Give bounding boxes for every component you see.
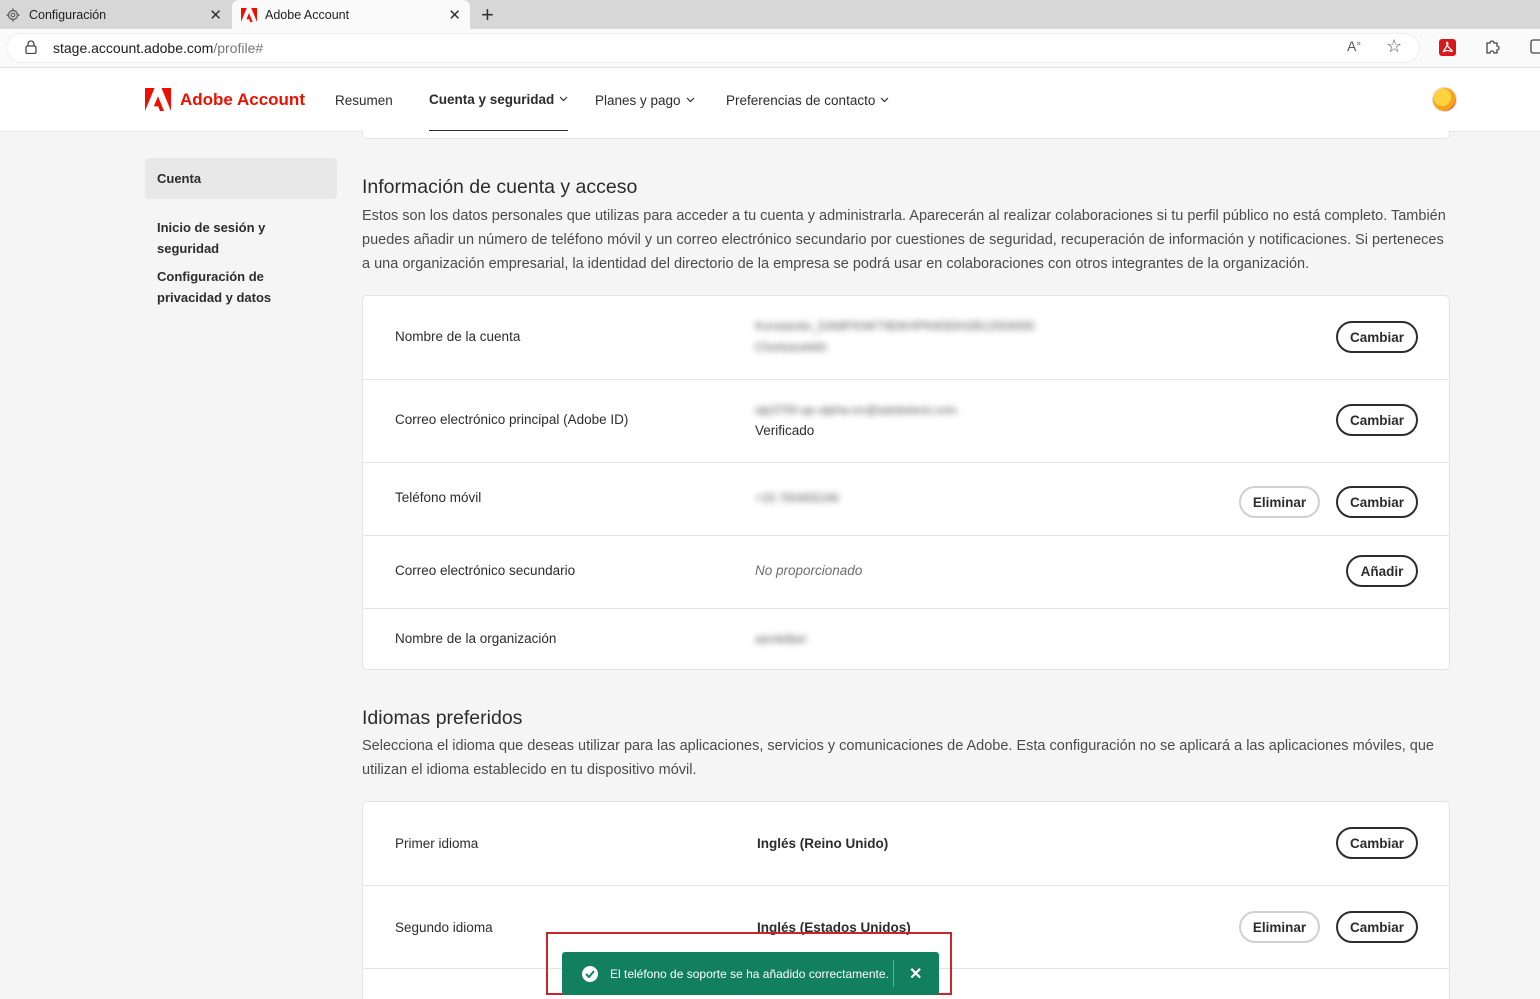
success-toast: El teléfono de soporte se ha añadido cor… [562,952,939,995]
tab-configuracion[interactable]: Configuración ✕ [0,0,231,29]
first-language-value: Inglés (Reino Unido) [757,836,889,851]
row-primary-email: Correo electrónico principal (Adobe ID) … [363,379,1449,462]
nav-cuenta-y-seguridad[interactable]: Cuenta y seguridad [429,68,569,132]
chevron-down-icon [686,95,695,106]
sidebar-item-cuenta[interactable]: Cuenta [145,158,337,199]
chevron-down-icon [880,95,889,106]
row-first-language: Primer idioma Inglés (Reino Unido) Cambi… [363,802,1449,885]
close-tab-icon[interactable]: ✕ [209,6,222,24]
gear-icon [5,7,21,23]
tab-adobe-account[interactable]: Adobe Account ✕ [232,0,470,29]
section-description-account: Estos son los datos personales que utili… [362,208,1446,272]
extensions-puzzle-icon[interactable] [1484,38,1501,60]
change-second-language-button[interactable]: Cambiar [1336,911,1418,943]
url-path: /profile# [213,40,264,56]
row-organization-name: Nombre de la organización aemkilbel [363,608,1449,669]
email-verified-status: Verificado [755,423,815,438]
remove-mobile-phone-button[interactable]: Eliminar [1239,486,1320,518]
section-title-languages: Idiomas preferidos [362,707,523,729]
top-navigation: Adobe Account Resumen Cuenta y seguridad… [0,68,1540,132]
row-label: Teléfono móvil [395,490,482,505]
row-account-name: Nombre de la cuenta Konstantin_DAMFKNKT9… [363,296,1449,379]
adobe-logo-icon [241,7,257,23]
sidebar-item-label: Cuenta [157,171,202,186]
row-mobile-phone: Teléfono móvil +33 783455246 Eliminar Ca… [363,462,1449,535]
sidebar-item-privacidad[interactable]: Configuración de privacidad y datos [145,266,335,308]
row-label: Primer idioma [395,836,479,851]
nav-label: Preferencias de contacto [726,92,876,108]
secondary-email-value: No proporcionado [755,563,863,578]
section-description-languages: Selecciona el idioma que deseas utilizar… [362,738,1434,778]
read-aloud-icon[interactable]: A» [1347,38,1361,54]
tab-title: Adobe Account [265,7,350,22]
row-secondary-email: Correo electrónico secundario No proporc… [363,535,1449,608]
remove-second-language-button[interactable]: Eliminar [1239,911,1320,943]
change-first-language-button[interactable]: Cambiar [1336,827,1418,859]
row-label: Nombre de la organización [395,631,557,646]
organization-name-value: aemkilbel [755,632,806,646]
nav-label: Cuenta y seguridad [429,91,555,107]
section-title-account: Información de cuenta y acceso [362,176,638,198]
avatar[interactable] [1432,87,1457,112]
nav-planes-y-pago[interactable]: Planes y pago [595,68,695,132]
account-name-value: Konstantin_DAMFKNKT9DKHPKM3DH2B12004000 [755,319,1035,333]
lock-icon[interactable] [25,39,37,57]
toast-divider [893,960,894,987]
split-screen-icon[interactable] [1530,39,1540,59]
add-secondary-email-button[interactable]: Añadir [1346,555,1418,587]
change-account-name-button[interactable]: Cambiar [1336,321,1418,353]
change-primary-email-button[interactable]: Cambiar [1336,404,1418,436]
browser-tabstrip: Configuración ✕ Adobe Account ✕ + [0,0,1540,29]
adobe-logo-icon [145,88,171,111]
url-field[interactable]: stage.account.adobe.com/profile# [6,33,1420,63]
row-label: Correo electrónico secundario [395,563,576,578]
url-host: stage.account.adobe.com [53,40,214,56]
acrobat-extension-icon[interactable] [1439,39,1456,61]
close-tab-icon[interactable]: ✕ [448,6,461,24]
change-mobile-phone-button[interactable]: Cambiar [1336,486,1418,518]
nav-preferencias-de-contacto[interactable]: Preferencias de contacto [726,68,889,132]
address-bar: stage.account.adobe.com/profile# A» ☆ [0,29,1540,68]
nav-resumen[interactable]: Resumen [335,68,393,132]
nav-label: Planes y pago [595,92,681,108]
row-label: Correo electrónico principal (Adobe ID) [395,412,629,427]
nav-label: Resumen [335,92,393,108]
brand-name: Adobe Account [180,89,305,109]
close-icon[interactable]: ✕ [909,964,922,984]
previous-card [362,131,1450,139]
chevron-down-icon [559,94,568,105]
checkmark-circle-icon [582,965,598,982]
sidebar-item-label: Inicio de sesión y seguridad [157,220,266,256]
mobile-phone-value: +33 783455246 [755,491,839,505]
brand-logo[interactable]: Adobe Account [145,88,305,111]
sidebar-item-inicio-de-sesion[interactable]: Inicio de sesión y seguridad [145,217,337,259]
row-label: Nombre de la cuenta [395,329,521,344]
new-tab-icon[interactable]: + [481,2,494,28]
account-name-value-line2: Cherkasskikh [755,340,828,354]
favorite-star-icon[interactable]: ☆ [1386,36,1402,57]
tab-title: Configuración [29,7,107,22]
primary-email-value: alp3700-qe-alpha-en@adobetest.com [755,403,957,417]
sidebar-item-label: Configuración de privacidad y datos [157,269,272,305]
toast-message: El teléfono de soporte se ha añadido cor… [610,966,889,981]
account-info-card: Nombre de la cuenta Konstantin_DAMFKNKT9… [362,295,1450,670]
row-label: Segundo idioma [395,920,493,935]
